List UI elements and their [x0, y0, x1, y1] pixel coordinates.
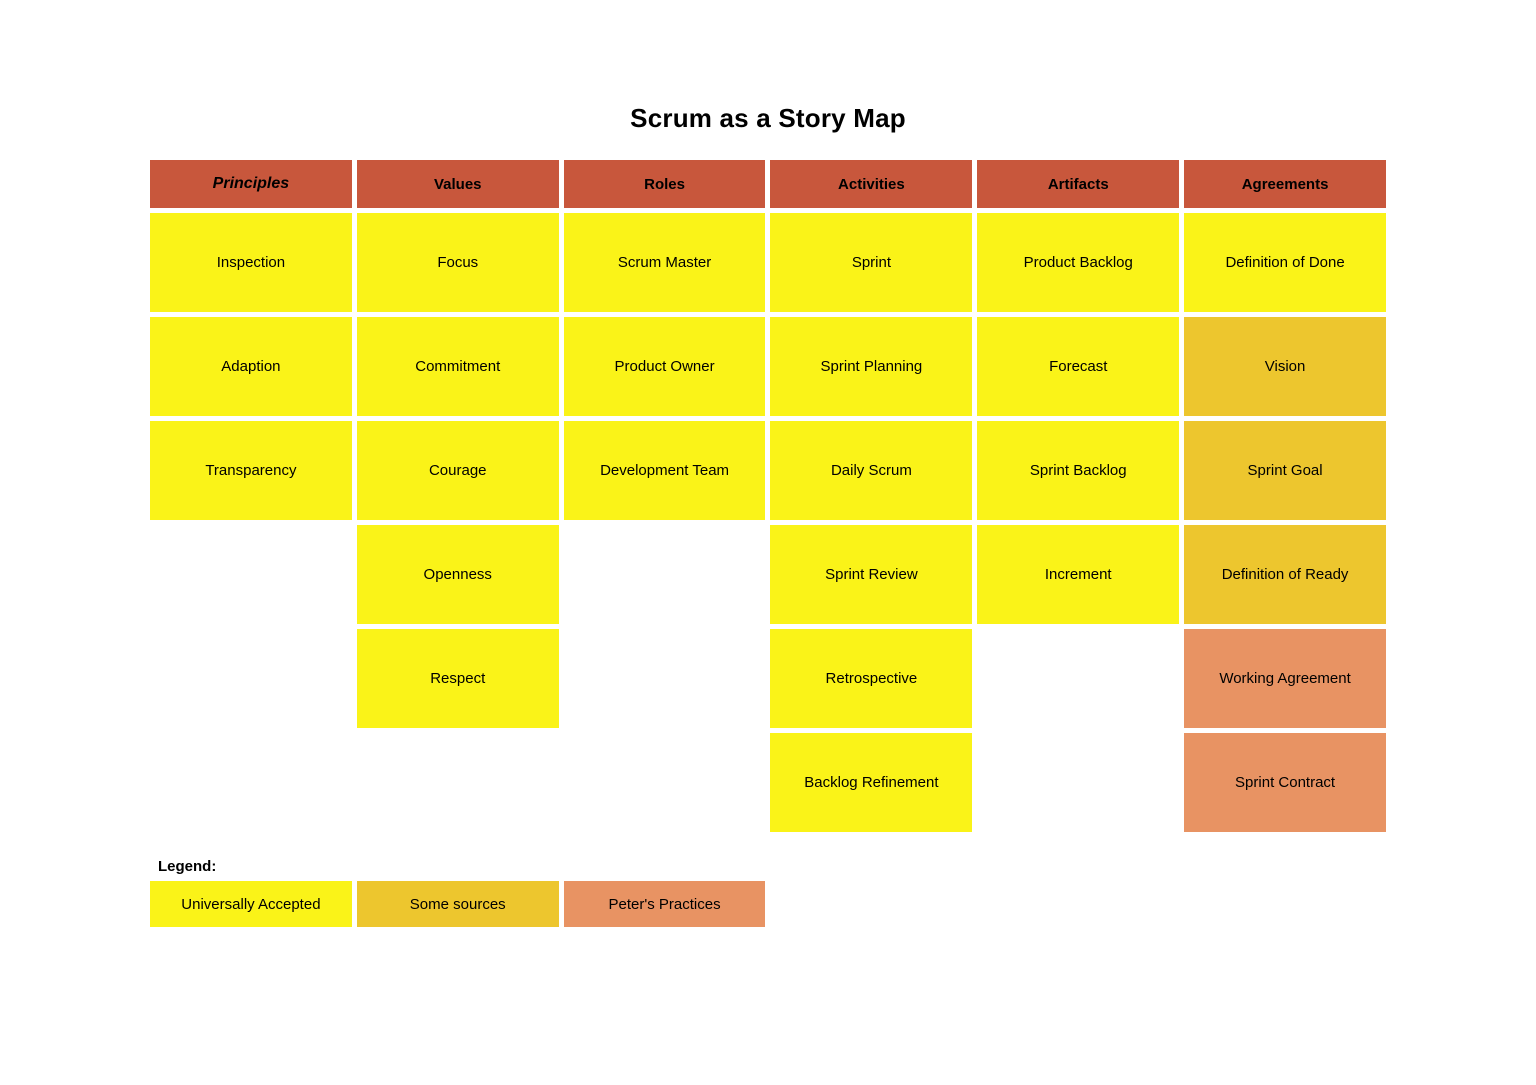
legend: Legend: Universally Accepted Some sources…: [150, 858, 1386, 927]
map-cell: Vision: [1184, 317, 1386, 416]
map-column-artifacts: Artifacts Product Backlog Forecast Sprint B…: [977, 160, 1180, 832]
legend-swatch-list: Universally Accepted Some sources Peter's …: [150, 881, 1386, 927]
map-cell: Forecast: [977, 317, 1180, 416]
map-cell: Respect: [356, 629, 559, 728]
map-cell: Sprint Contract: [1184, 733, 1386, 832]
map-cell: Product Backlog: [977, 213, 1180, 312]
map-column-agreements: Agreements Definition of Done Vision Sprint…: [1184, 160, 1386, 832]
map-cell: Courage: [356, 421, 559, 520]
map-cell: Commitment: [356, 317, 559, 416]
legend-item: Universally Accepted: [150, 881, 352, 927]
map-cell: Transparency: [150, 421, 352, 520]
map-cell: Sprint Goal: [1184, 421, 1386, 520]
map-cell: Retrospective: [770, 629, 973, 728]
map-cell: Scrum Master: [563, 213, 766, 312]
map-column-roles: Roles Scrum Master Product Owner Developmen…: [563, 160, 766, 832]
page-title: Scrum as a Story Map: [630, 103, 906, 133]
legend-label: Legend:: [158, 858, 217, 875]
legend-item: Some sources: [356, 881, 559, 927]
map-cell: Focus: [356, 213, 559, 312]
map-cell: Sprint Planning: [770, 317, 973, 416]
map-cell: Definition of Done: [1184, 213, 1386, 312]
column-header-principles: Principles: [150, 160, 352, 208]
column-header-activities: Activities: [770, 160, 973, 208]
map-cell: Development Team: [563, 421, 766, 520]
map-cell: Openness: [356, 525, 559, 624]
map-cell: Daily Scrum: [770, 421, 973, 520]
map-cell: Working Agreement: [1184, 629, 1386, 728]
story-map-grid: Principles Inspection Adaption Transparency…: [150, 160, 1386, 832]
column-header-agreements: Agreements: [1184, 160, 1386, 208]
column-header-artifacts: Artifacts: [977, 160, 1180, 208]
map-cell: Sprint: [770, 213, 973, 312]
map-column-values: Values Focus Commitment Courage Openness Resp…: [356, 160, 559, 832]
map-cell: Definition of Ready: [1184, 525, 1386, 624]
map-cell: Inspection: [150, 213, 352, 312]
column-header-values: Values: [356, 160, 559, 208]
map-column-activities: Activities Sprint Sprint Planning Daily Scr…: [770, 160, 973, 832]
column-header-roles: Roles: [563, 160, 766, 208]
map-cell: Sprint Backlog: [977, 421, 1180, 520]
map-cell: Adaption: [150, 317, 352, 416]
map-cell: Sprint Review: [770, 525, 973, 624]
map-column-principles: Principles Inspection Adaption Transparency: [150, 160, 352, 832]
map-cell: Product Owner: [563, 317, 766, 416]
map-cell: Backlog Refinement: [770, 733, 973, 832]
map-cell: Increment: [977, 525, 1180, 624]
legend-item: Peter's Practices: [563, 881, 766, 927]
